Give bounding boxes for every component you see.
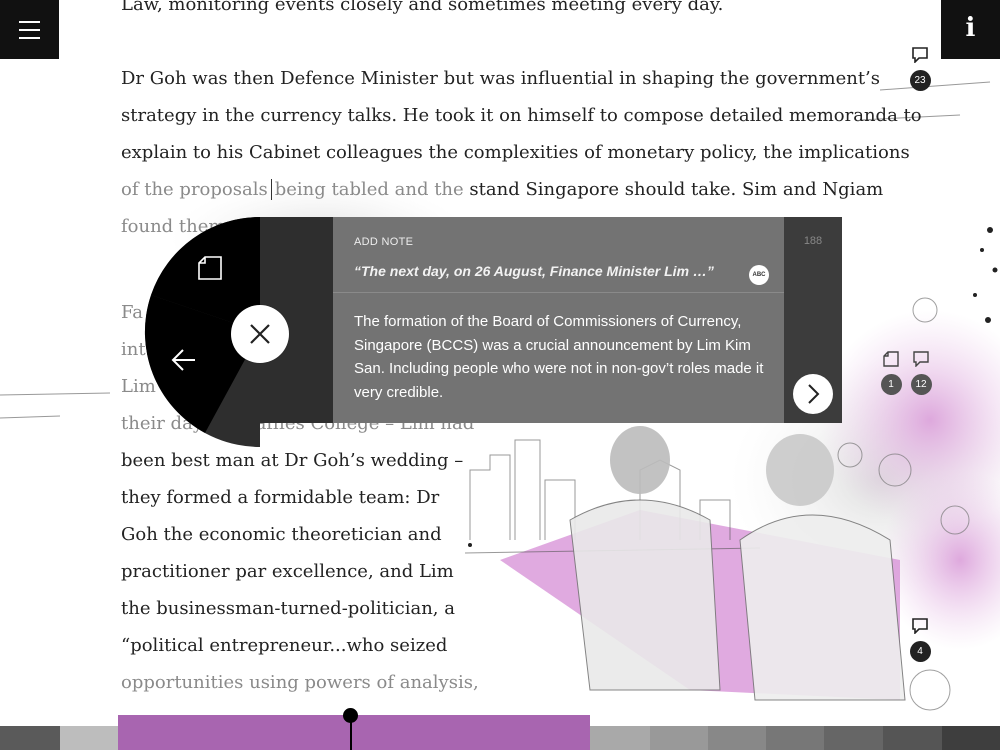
- article-line-highlighted[interactable]: of the proposals being tabled and the sta…: [121, 179, 883, 201]
- comment-count: 12: [910, 374, 932, 395]
- hamburger-menu-icon-bar: [19, 37, 40, 39]
- font-style-button[interactable]: ABC: [749, 265, 769, 285]
- hamburger-menu-icon: [19, 21, 40, 23]
- progress-segment: [590, 726, 650, 750]
- article-line: practitioner par excellence, and Lim: [121, 561, 454, 582]
- note-icon: [883, 351, 899, 367]
- hamburger-menu-icon-bar: [19, 29, 40, 31]
- article-line: been best man at Dr Goh’s wedding –: [121, 450, 464, 471]
- progress-segment: [0, 726, 60, 750]
- article-line: Goh the economic theoretician and: [121, 524, 442, 545]
- menu-button[interactable]: [0, 0, 59, 59]
- scrubber-line: [350, 720, 352, 750]
- info-button[interactable]: i: [941, 0, 1000, 59]
- note-text-input[interactable]: The formation of the Board of Commission…: [354, 310, 774, 404]
- note-header: ADD NOTE “The next day, on 26 August, Fi…: [333, 217, 785, 293]
- text-cursor: [270, 179, 272, 200]
- article-line: Dr Goh was then Defence Minister but was…: [121, 68, 881, 89]
- article-line: “political entrepreneur...who seized: [121, 635, 448, 656]
- scrubber-handle[interactable]: [343, 708, 358, 723]
- article-fragment: of the proposals: [121, 179, 268, 200]
- article-line: they formed a formidable team: Dr: [121, 487, 440, 508]
- comment-count: 23: [909, 70, 931, 91]
- article-line: opportunities using powers of analysis,: [121, 672, 479, 693]
- character-count: 188: [803, 235, 823, 247]
- note-label: ADD NOTE: [354, 236, 414, 248]
- progress-segment: [708, 726, 766, 750]
- comment-marker[interactable]: 12: [909, 351, 933, 395]
- close-icon: [250, 324, 270, 344]
- article-line: strategy in the currency talks. He took …: [121, 105, 922, 126]
- comment-icon: [913, 351, 929, 368]
- progress-segment: [824, 726, 883, 750]
- article-fragment: stand Singapore should take. Sim and Ngi…: [469, 179, 884, 200]
- progress-segment: [650, 726, 708, 750]
- progress-segment: [766, 726, 824, 750]
- article-fragment: being tabled and the: [274, 179, 464, 200]
- comment-icon: [912, 47, 928, 64]
- info-icon: i: [965, 13, 976, 43]
- article-line: the businessman-turned-politician, a: [121, 598, 455, 619]
- progress-segment: [942, 726, 1000, 750]
- note-quote: “The next day, on 26 August, Finance Min…: [354, 263, 714, 279]
- chevron-right-icon: [808, 384, 820, 404]
- progress-segment: [883, 726, 942, 750]
- note-count: 1: [880, 374, 902, 395]
- next-button[interactable]: [793, 374, 833, 414]
- comment-count: 4: [909, 641, 931, 662]
- comment-icon: [912, 618, 928, 635]
- article-line: explain to his Cabinet colleagues the co…: [121, 142, 910, 163]
- comment-marker[interactable]: 23: [908, 47, 932, 91]
- add-note-panel: ADD NOTE “The next day, on 26 August, Fi…: [333, 217, 785, 423]
- note-marker[interactable]: 1: [879, 351, 903, 395]
- comment-marker[interactable]: 4: [908, 618, 932, 662]
- article-line: Law, monitoring events closely and somet…: [121, 0, 724, 15]
- close-button[interactable]: [231, 305, 289, 363]
